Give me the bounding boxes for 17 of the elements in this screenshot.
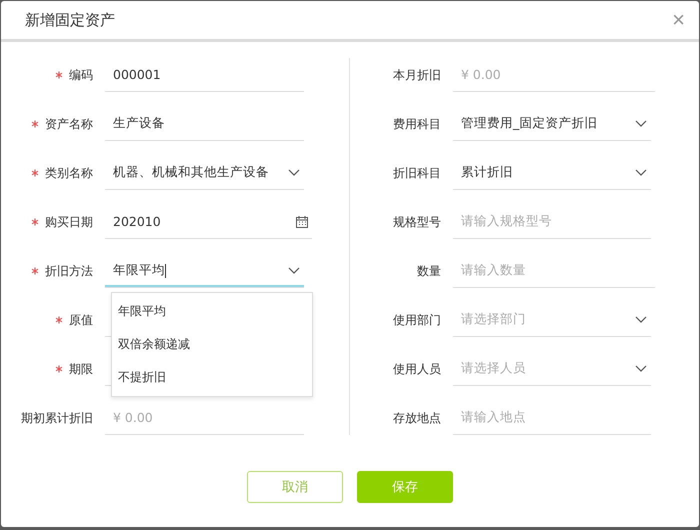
field-label: 数量	[416, 262, 442, 280]
field-label: 存放地点	[392, 410, 442, 426]
field-label: 使用人员	[392, 360, 442, 378]
field-label: 费用科目	[392, 116, 442, 132]
field-label: 规格型号	[392, 214, 442, 230]
field-label: 使用部门	[392, 312, 442, 328]
field-label: 期初累计折旧	[20, 410, 94, 426]
dialog-title: 新增固定资产	[25, 10, 115, 30]
field-label: 折旧方法	[1, 262, 105, 280]
field-label: 折旧科目	[392, 164, 442, 182]
field-label: 本月折旧	[392, 66, 442, 84]
field-label: 资产名称	[1, 116, 105, 132]
field-label: 类别名称	[1, 164, 105, 182]
field-label: 原值	[1, 312, 105, 328]
field-label: 期限	[1, 360, 105, 378]
field-label: 购买日期	[1, 214, 105, 230]
field-label: 编码	[1, 66, 105, 84]
